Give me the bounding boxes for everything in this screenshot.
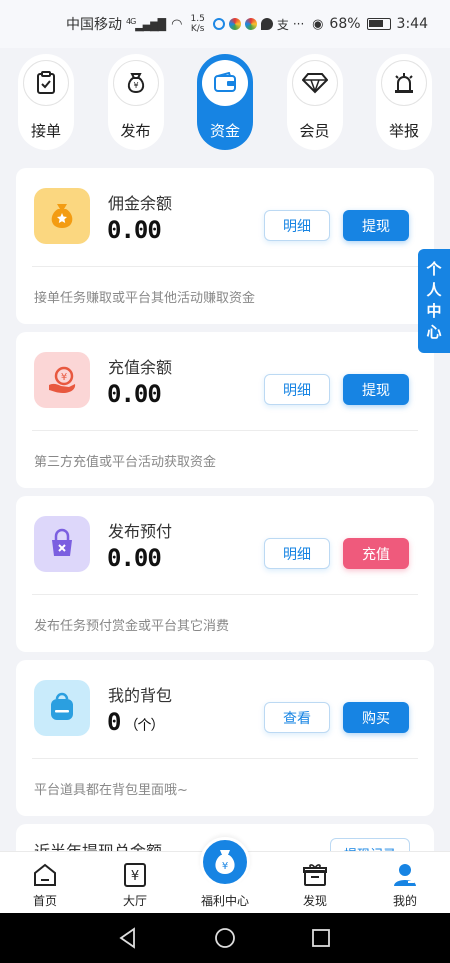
clipboard-check-icon	[37, 71, 55, 94]
publish-prepaid-card: 发布预付 0.00 明细 充值 发布任务预付赏金或平台其它消费	[16, 496, 434, 652]
card-title: 充值余额	[108, 358, 173, 377]
backpack-icon-box	[34, 680, 90, 736]
user-icon	[394, 864, 416, 886]
nav-item-report[interactable]: 举报	[376, 54, 432, 150]
system-nav-bar	[0, 913, 450, 963]
divider	[32, 594, 418, 595]
home-circle-icon[interactable]	[213, 926, 237, 950]
svg-text:¥: ¥	[222, 861, 228, 872]
card-description: 接单任务赚取或平台其他活动赚取资金	[34, 291, 256, 306]
card-description: 平台道具都在背包里面哦~	[34, 783, 188, 798]
diamond-icon	[301, 73, 328, 94]
tab-mine[interactable]: 我的	[365, 852, 445, 914]
item-count: 0 （个）	[107, 708, 164, 736]
recents-icon[interactable]	[309, 926, 333, 950]
carrier-name: 中国移动	[66, 17, 122, 33]
nav-item-funds[interactable]: 资金	[197, 54, 253, 150]
withdraw-button[interactable]: 提现	[343, 210, 409, 241]
details-button[interactable]: 明细	[264, 374, 330, 405]
network-type: 4G	[126, 16, 136, 26]
app-notification-icon	[212, 18, 225, 30]
card-title: 我的背包	[108, 686, 173, 705]
welfare-center-button[interactable]: ¥	[200, 837, 250, 887]
nav-item-label: 会员	[299, 122, 330, 140]
wifi-icon: ◠	[171, 16, 183, 32]
nav-item-label: 资金	[209, 122, 240, 140]
commission-bag-icon	[51, 204, 73, 228]
battery-percent: 68%	[329, 16, 361, 32]
details-button[interactable]: 明细	[264, 210, 330, 241]
home-icon	[34, 863, 56, 886]
commission-icon-box	[34, 188, 90, 244]
backpack-card: 我的背包 0 （个） 查看 购买 平台道具都在背包里面哦~	[16, 660, 434, 816]
tab-hall[interactable]: ¥ 大厅	[95, 852, 175, 914]
prepaid-icon-box	[34, 516, 90, 572]
personal-center-tab[interactable]: 个 人 中 心	[418, 249, 450, 353]
balance-amount: 0.00	[107, 216, 162, 244]
svg-text:¥: ¥	[131, 869, 139, 884]
wallet-icon	[214, 72, 236, 92]
app-notification-icon	[228, 18, 241, 30]
view-button[interactable]: 查看	[264, 702, 330, 733]
balance-amount: 0.00	[107, 544, 162, 572]
card-title: 佣金余额	[108, 194, 173, 213]
welfare-bag-icon: ¥	[215, 850, 235, 874]
svg-text:¥: ¥	[133, 81, 138, 90]
tab-label: 首页	[32, 894, 57, 908]
network-speed: 1.5 K/s	[190, 14, 205, 34]
clock: 3:44	[396, 16, 428, 32]
withdraw-button[interactable]: 提现	[343, 374, 409, 405]
tab-label: 大厅	[122, 894, 147, 908]
tab-home[interactable]: 首页	[5, 852, 85, 914]
commission-balance-card: 佣金余额 0.00 明细 提现 接单任务赚取或平台其他活动赚取资金	[16, 168, 434, 324]
svg-text:¥: ¥	[61, 372, 67, 383]
buy-button[interactable]: 购买	[343, 702, 409, 733]
nav-item-accept-order[interactable]: 接单	[18, 54, 74, 150]
battery-icon	[366, 18, 391, 30]
lock-bag-icon	[52, 528, 72, 556]
divider	[32, 430, 418, 431]
tab-label: 福利中心	[200, 894, 249, 908]
notification-icons: 支 ···	[212, 16, 305, 33]
nav-item-label: 接单	[30, 122, 61, 140]
tab-label: 发现	[302, 894, 327, 908]
gift-box-icon	[303, 864, 327, 886]
card-description: 第三方充值或平台活动获取资金	[34, 455, 217, 470]
card-description: 发布任务预付赏金或平台其它消费	[34, 619, 230, 634]
divider	[32, 758, 418, 759]
message-icon	[260, 18, 273, 30]
nav-item-label: 举报	[388, 122, 419, 140]
backpack-icon	[51, 692, 73, 720]
eye-icon: ◉	[312, 16, 324, 32]
card-title: 发布预付	[108, 522, 173, 541]
nav-item-label: 发布	[120, 122, 151, 140]
nav-item-membership[interactable]: 会员	[286, 54, 343, 150]
status-bar: 中国移动 4G▂▄▆█ ◠ 1.5 K/s 支 ··· ◉ 68% 3:44	[0, 0, 450, 48]
recharge-balance-card: ¥ 充值余额 0.00 明细 提现 第三方充值或平台活动获取资金	[16, 332, 434, 488]
details-button[interactable]: 明细	[264, 538, 330, 569]
alarm-light-icon	[395, 73, 413, 93]
recharge-button[interactable]: 充值	[343, 538, 409, 569]
tab-label: 我的	[392, 894, 417, 908]
count-unit: （个）	[124, 718, 164, 734]
signal-icon: 4G▂▄▆█	[126, 16, 166, 32]
alipay-icon: 支	[276, 17, 289, 32]
app-notification-icon	[244, 18, 257, 30]
divider	[32, 266, 418, 267]
balance-amount: 0.00	[107, 380, 162, 408]
money-bag-icon: ¥	[127, 73, 144, 94]
recharge-hand-icon: ¥	[49, 366, 76, 393]
more-icon: ···	[292, 17, 305, 31]
recharge-icon-box: ¥	[34, 352, 90, 408]
back-icon[interactable]	[116, 926, 140, 950]
tab-discover[interactable]: 发现	[275, 852, 355, 914]
nav-item-publish[interactable]: ¥ 发布	[107, 54, 164, 150]
hall-yen-icon: ¥	[124, 863, 146, 887]
top-nav: 接单 ¥ 发布 资金 会员 举报	[18, 54, 432, 154]
